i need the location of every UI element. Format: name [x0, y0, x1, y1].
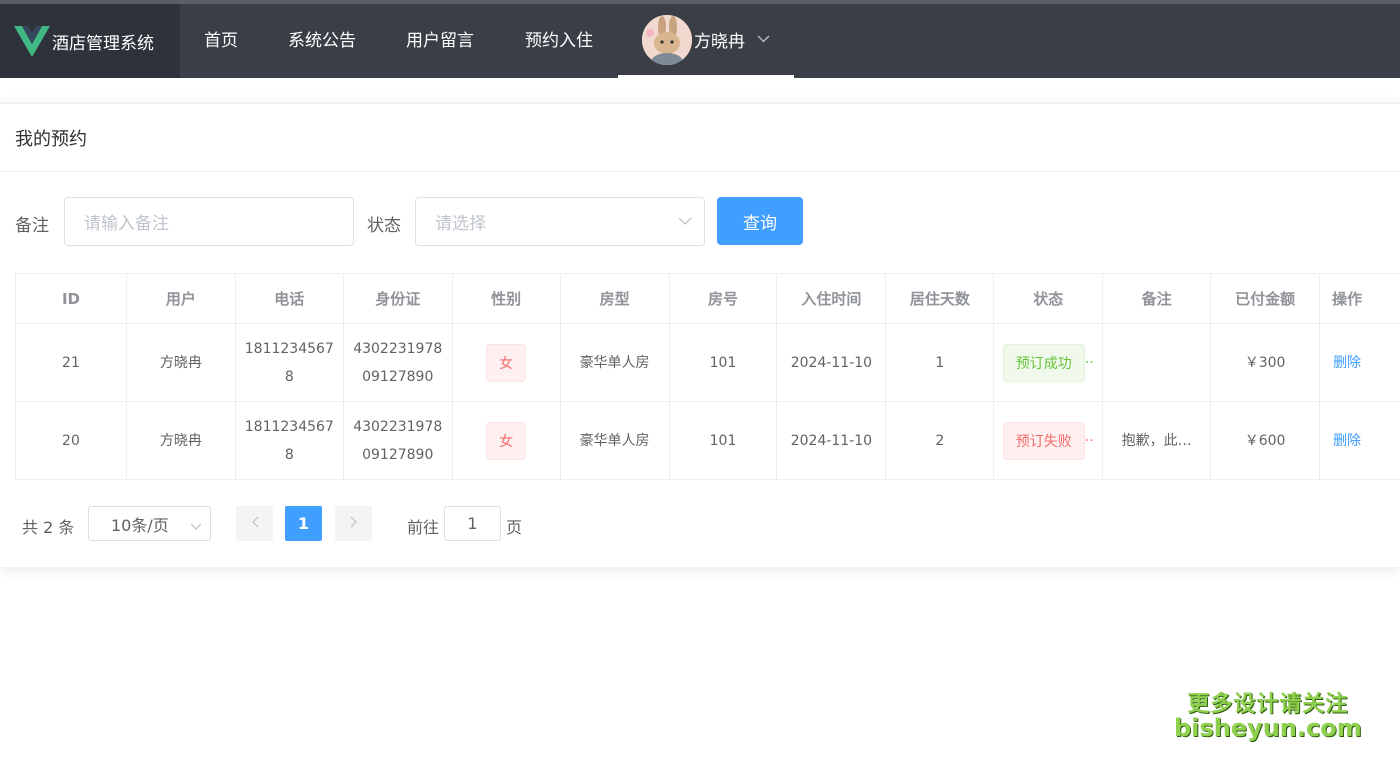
cell-phone: 1811234567 8 [236, 402, 344, 479]
prev-page-button[interactable] [236, 506, 273, 541]
watermark-line2: bisheyun.com [1174, 714, 1362, 742]
cell-days: 2 [886, 402, 995, 479]
nav-item-announcements[interactable]: 系统公告 [288, 4, 356, 78]
gender-tag: 女 [486, 343, 527, 382]
table-row: 20 方晓冉 1811234567 8 4302231978 09127890 … [16, 402, 1400, 480]
pagination-total: 共 2 条 [22, 518, 75, 537]
cell-status: 预订成功 ·· [994, 324, 1104, 401]
chevron-right-icon [350, 516, 358, 532]
cell-days: 1 [886, 324, 995, 401]
remark-input[interactable]: 请输入备注 [64, 197, 354, 246]
column-header: 性别 [453, 274, 561, 323]
cell-idcard: 4302231978 09127890 [344, 324, 453, 401]
cell-room-no: 101 [670, 324, 778, 401]
next-page-button[interactable] [335, 506, 372, 541]
cell-action: 删除 [1320, 402, 1400, 479]
chevron-left-icon [251, 516, 259, 532]
chevron-down-icon [678, 213, 692, 225]
column-header: 房型 [561, 274, 670, 323]
phone-line: 1811234567 [244, 418, 334, 435]
remark-placeholder: 请输入备注 [84, 214, 169, 234]
cell-user: 方晓冉 [127, 402, 236, 479]
delete-link[interactable]: 删除 [1333, 427, 1361, 455]
cell-remark [1103, 324, 1212, 401]
cell-action: 删除 [1320, 324, 1400, 401]
avatar [642, 14, 692, 65]
phone-line: 1811234567 [244, 340, 334, 357]
table-header-row: ID 用户 电话 身份证 性别 房型 房号 入住时间 居住天数 状态 备注 已付… [16, 274, 1400, 324]
phone-line: 8 [284, 368, 294, 385]
column-header: 备注 [1103, 274, 1212, 323]
cell-room-type: 豪华单人房 [561, 402, 670, 479]
column-header: 已付金额 [1211, 274, 1321, 323]
idcard-line: 4302231978 [353, 418, 443, 435]
cell-id: 20 [16, 402, 127, 479]
column-header: 居住天数 [886, 274, 995, 323]
idcard-line: 09127890 [362, 446, 434, 463]
cell-gender: 女 [453, 402, 561, 479]
nav-item-home[interactable]: 首页 [204, 4, 238, 78]
remark-label: 备注 [15, 216, 49, 236]
status-select[interactable]: 请选择 [415, 197, 705, 246]
top-navbar: 酒店管理系统 首页 系统公告 用户留言 预约入住 方晓冉 [0, 0, 1400, 78]
page-number-button[interactable]: 1 [285, 506, 322, 541]
cell-status: 预订失败 ·· [994, 402, 1104, 479]
cell-gender: 女 [453, 324, 561, 401]
user-name: 方晓冉 [694, 32, 745, 52]
column-header: 房号 [670, 274, 778, 323]
status-tag: 预订失败 [1002, 421, 1085, 460]
table-row: 21 方晓冉 1811234567 8 4302231978 09127890 … [16, 324, 1400, 402]
chevron-down-icon [757, 32, 770, 47]
page-title: 我的预约 [0, 104, 1400, 172]
cell-idcard: 4302231978 09127890 [344, 402, 453, 479]
vue-logo-icon [14, 24, 50, 58]
nav-item-booking[interactable]: 预约入住 [525, 4, 593, 78]
cell-remark: 抱歉，此… [1103, 402, 1212, 479]
cell-checkin: 2024-11-10 [777, 402, 887, 479]
column-header: 状态 [994, 274, 1104, 323]
column-header: 操作 [1332, 289, 1363, 308]
watermark: 更多设计请关注 bisheyun.com [1174, 686, 1362, 742]
status-placeholder: 请选择 [435, 214, 486, 234]
app-title: 酒店管理系统 [52, 33, 154, 54]
goto-label: 前往 [407, 518, 440, 537]
column-header: ID [16, 274, 127, 323]
user-menu[interactable]: 方晓冉 [618, 4, 794, 78]
reservations-card: 我的预约 备注 请输入备注 状态 请选择 查询 ID 用户 电话 身份证 性别 … [0, 103, 1400, 567]
goto-page-input[interactable]: 1 [444, 506, 501, 541]
status-tag: 预订成功 [1002, 343, 1085, 382]
cell-id: 21 [16, 324, 127, 401]
chevron-down-icon [190, 517, 202, 536]
app-logo-area[interactable]: 酒店管理系统 [0, 4, 180, 78]
reservations-table: ID 用户 电话 身份证 性别 房型 房号 入住时间 居住天数 状态 备注 已付… [15, 273, 1400, 480]
cell-room-type: 豪华单人房 [561, 324, 670, 401]
query-button[interactable]: 查询 [717, 197, 803, 245]
column-header: 电话 [236, 274, 344, 323]
cell-room-no: 101 [670, 402, 778, 479]
cell-paid: ￥600 [1211, 402, 1321, 479]
gender-tag: 女 [486, 421, 527, 460]
idcard-line: 09127890 [362, 368, 434, 385]
cell-phone: 1811234567 8 [236, 324, 344, 401]
page-unit-label: 页 [506, 518, 523, 537]
cell-user: 方晓冉 [127, 324, 236, 401]
status-label: 状态 [367, 216, 401, 236]
column-header: 身份证 [344, 274, 453, 323]
nav-item-messages[interactable]: 用户留言 [406, 4, 474, 78]
cell-checkin: 2024-11-10 [777, 324, 887, 401]
page-size-select[interactable]: 10条/页 [88, 506, 211, 541]
phone-line: 8 [284, 446, 294, 463]
cell-paid: ￥300 [1211, 324, 1321, 401]
column-header: 用户 [127, 274, 236, 323]
page-size-value: 10条/页 [111, 515, 169, 535]
delete-link[interactable]: 删除 [1333, 349, 1361, 377]
idcard-line: 4302231978 [353, 340, 443, 357]
column-header: 入住时间 [777, 274, 887, 323]
